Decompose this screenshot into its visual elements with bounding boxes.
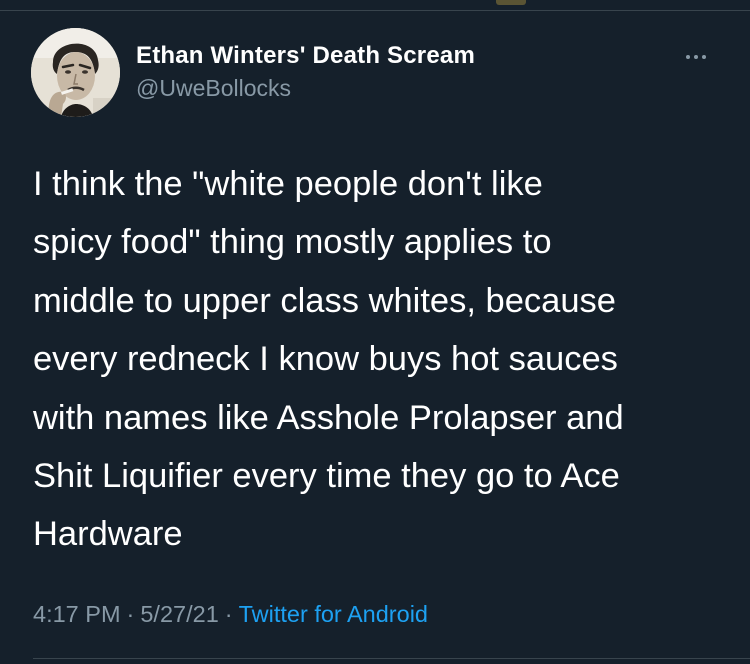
- tweet-text-line: with names like Asshole Prolapser and: [33, 398, 624, 437]
- tweet-time[interactable]: 4:17 PM: [33, 601, 121, 627]
- author-display-name[interactable]: Ethan Winters' Death Scream: [136, 42, 475, 70]
- tweet-text-line: every redneck I know buys hot sauces: [33, 340, 618, 379]
- tweet-date[interactable]: 5/27/21: [140, 601, 218, 627]
- tweet-source-link[interactable]: Twitter for Android: [239, 601, 428, 627]
- avatar[interactable]: [31, 28, 120, 117]
- tweet-text-line: middle to upper class whites, because: [33, 281, 616, 320]
- bottom-divider: [33, 658, 750, 659]
- tweet-text: I think the "white people don't like spi…: [33, 155, 723, 564]
- more-horizontal-icon-dot: [702, 55, 706, 59]
- meta-separator: ·: [126, 601, 135, 627]
- tweet-text-line: Shit Liquifier every time they go to Ace: [33, 457, 620, 496]
- meta-separator: ·: [224, 601, 233, 627]
- tweet-text-line: Hardware: [33, 515, 183, 554]
- tweet-card: Ethan Winters' Death Scream @UweBollocks…: [0, 11, 750, 664]
- more-horizontal-icon: [686, 55, 690, 59]
- tweet-meta: 4:17 PM · 5/27/21 · Twitter for Android: [33, 601, 428, 628]
- tweet-text-line: spicy food" thing mostly applies to: [33, 223, 552, 262]
- previous-tweet-media-edge: [496, 0, 526, 5]
- more-options-button[interactable]: [678, 47, 714, 67]
- more-horizontal-icon-dot: [694, 55, 698, 59]
- avatar-image: [31, 28, 120, 117]
- author-handle[interactable]: @UweBollocks: [136, 75, 291, 102]
- tweet-text-line: I think the "white people don't like: [33, 165, 543, 203]
